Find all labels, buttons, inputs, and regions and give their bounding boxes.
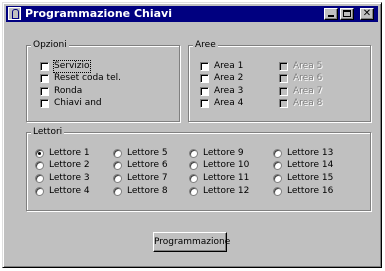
radio-lettore-1[interactable]: Lettore 1 (35, 148, 90, 159)
checkbox-ronda[interactable]: Ronda (40, 86, 82, 97)
radio-lettore-3[interactable]: Lettore 3 (35, 173, 90, 184)
minimize-button[interactable] (324, 8, 338, 20)
radio-button[interactable] (35, 161, 44, 170)
checkbox-box (279, 99, 288, 108)
radio-lettore-7[interactable]: Lettore 7 (113, 173, 168, 184)
checkbox-box[interactable] (40, 87, 49, 96)
radio-button[interactable] (189, 174, 198, 183)
radio-lettore-15[interactable]: Lettore 15 (273, 173, 333, 184)
radio-button[interactable] (189, 187, 198, 196)
radio-button[interactable] (273, 174, 282, 183)
checkbox-label: Area 1 (214, 61, 244, 71)
radio-label: Lettore 8 (127, 186, 168, 196)
radio-label: Lettore 4 (49, 186, 90, 196)
radio-button[interactable] (273, 187, 282, 196)
checkbox-box[interactable] (200, 74, 209, 83)
checkbox-label: Area 2 (214, 73, 244, 83)
radio-lettore-4[interactable]: Lettore 4 (35, 186, 90, 197)
checkbox-box[interactable] (200, 99, 209, 108)
checkbox-box (279, 74, 288, 83)
checkbox-box[interactable] (200, 87, 209, 96)
checkbox-label: Chiavi and (54, 98, 102, 108)
checkbox-area-3[interactable]: Area 3 (200, 86, 243, 97)
checkbox-area-1[interactable]: Area 1 (200, 61, 243, 72)
dialog-window: Programmazione Chiavi ✕ Opzioni Servizio… (2, 2, 382, 268)
radio-label: Lettore 3 (49, 173, 90, 183)
radio-lettore-2[interactable]: Lettore 2 (35, 160, 90, 171)
checkbox-label: Reset coda tel. (54, 73, 121, 83)
checkbox-area-8: Area 8 (279, 98, 322, 109)
maximize-button[interactable] (340, 8, 354, 20)
checkbox-area-4[interactable]: Area 4 (200, 98, 243, 109)
radio-lettore-10[interactable]: Lettore 10 (189, 160, 249, 171)
checkbox-label: Ronda (54, 86, 83, 96)
radio-button[interactable] (113, 149, 122, 158)
checkbox-label: Area 7 (293, 86, 323, 96)
checkbox-label: Area 8 (293, 98, 323, 108)
aree-legend: Aree (193, 40, 218, 51)
radio-lettore-8[interactable]: Lettore 8 (113, 186, 168, 197)
radio-button[interactable] (113, 187, 122, 196)
checkbox-reset-coda-tel[interactable]: Reset coda tel. (40, 73, 121, 84)
checkbox-box[interactable] (40, 99, 49, 108)
app-icon[interactable] (8, 7, 21, 20)
radio-lettore-6[interactable]: Lettore 6 (113, 160, 168, 171)
radio-label: Lettore 7 (127, 173, 168, 183)
checkbox-area-7: Area 7 (279, 86, 322, 97)
radio-label: Lettore 13 (287, 148, 334, 158)
checkbox-area-6: Area 6 (279, 73, 322, 84)
checkbox-box (279, 87, 288, 96)
radio-lettore-11[interactable]: Lettore 11 (189, 173, 249, 184)
checkbox-chiavi-and[interactable]: Chiavi and (40, 98, 102, 109)
radio-label: Lettore 2 (49, 160, 90, 170)
radio-label: Lettore 6 (127, 160, 168, 170)
radio-button[interactable] (113, 174, 122, 183)
radio-button[interactable] (113, 161, 122, 170)
radio-button[interactable] (189, 149, 198, 158)
checkbox-label: Area 5 (293, 61, 323, 71)
checkbox-box[interactable] (40, 74, 49, 83)
checkbox-box (279, 62, 288, 71)
close-button[interactable]: ✕ (360, 8, 374, 20)
radio-label: Lettore 16 (287, 186, 334, 196)
radio-label: Lettore 1 (49, 148, 90, 158)
lettori-group: Lettori Lettore 1 Lettore 2 Lettore 3 Le… (26, 127, 371, 211)
radio-label: Lettore 10 (203, 160, 250, 170)
radio-lettore-13[interactable]: Lettore 13 (273, 148, 333, 159)
radio-button[interactable] (35, 187, 44, 196)
opzioni-legend: Opzioni (31, 40, 69, 51)
radio-label: Lettore 14 (287, 160, 334, 170)
checkbox-label: Servizio (53, 60, 91, 73)
lettori-legend: Lettori (31, 127, 65, 138)
checkbox-label: Area 3 (214, 86, 244, 96)
programmazione-button[interactable]: Programmazione (153, 232, 230, 252)
opzioni-group: Opzioni Servizio Reset coda tel. Ronda C… (26, 40, 180, 122)
radio-lettore-12[interactable]: Lettore 12 (189, 186, 249, 197)
radio-button[interactable] (35, 149, 44, 158)
checkbox-servizio[interactable]: Servizio (40, 60, 91, 73)
radio-label: Lettore 11 (203, 173, 250, 183)
radio-label: Lettore 12 (203, 186, 250, 196)
radio-label: Lettore 5 (127, 148, 168, 158)
radio-button[interactable] (273, 149, 282, 158)
checkbox-area-2[interactable]: Area 2 (200, 73, 243, 84)
checkbox-label: Area 6 (293, 73, 323, 83)
radio-label: Lettore 15 (287, 173, 334, 183)
radio-lettore-14[interactable]: Lettore 14 (273, 160, 333, 171)
window-title: Programmazione Chiavi (25, 7, 173, 20)
radio-lettore-5[interactable]: Lettore 5 (113, 148, 168, 159)
radio-lettore-9[interactable]: Lettore 9 (189, 148, 244, 159)
checkbox-box[interactable] (200, 62, 209, 71)
radio-lettore-16[interactable]: Lettore 16 (273, 186, 333, 197)
checkbox-label: Area 4 (214, 98, 244, 108)
radio-button[interactable] (35, 174, 44, 183)
checkbox-box[interactable] (40, 62, 49, 71)
radio-label: Lettore 9 (203, 148, 244, 158)
radio-button[interactable] (273, 161, 282, 170)
checkbox-area-5: Area 5 (279, 61, 322, 72)
aree-group: Aree Area 1 Area 2 Area 3 Area 4 Area 5 … (188, 40, 371, 122)
title-bar[interactable]: Programmazione Chiavi ✕ (6, 6, 378, 22)
radio-button[interactable] (189, 161, 198, 170)
